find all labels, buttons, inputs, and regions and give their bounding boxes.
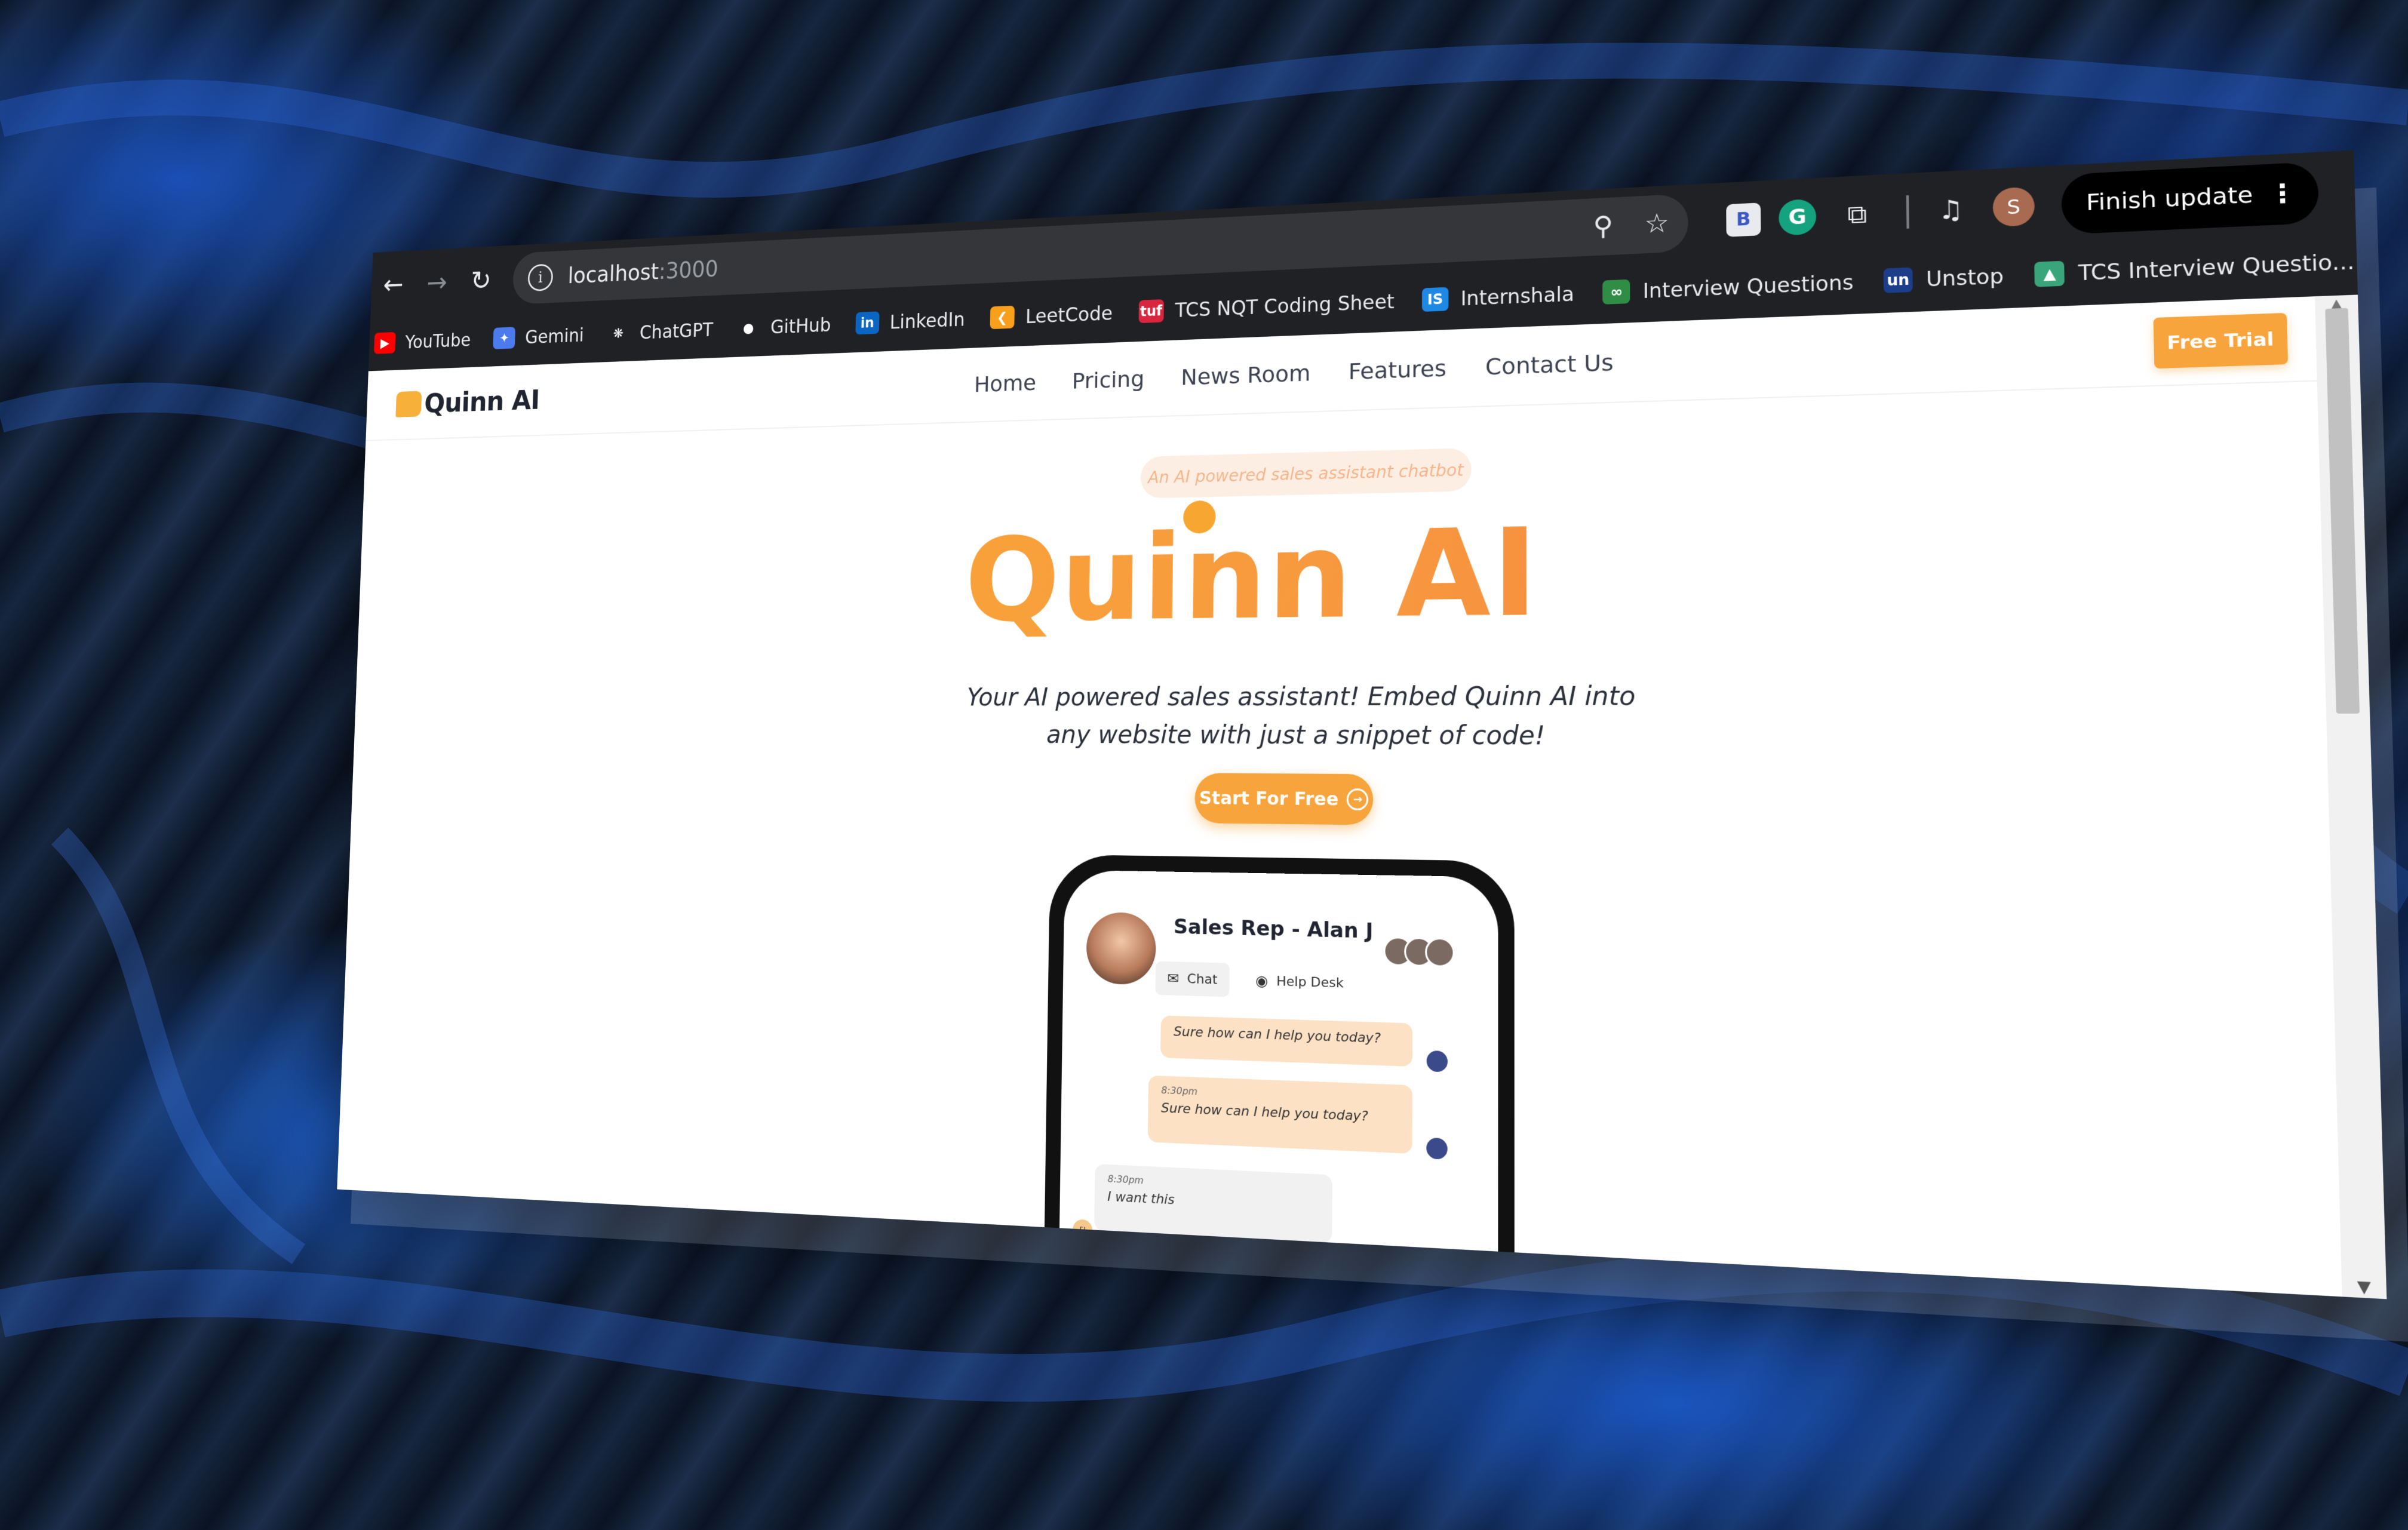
agent-mini-avatar <box>1424 1048 1450 1074</box>
nav-pricing[interactable]: Pricing <box>1072 366 1145 394</box>
arrow-right-circle-icon: → <box>1347 788 1369 811</box>
extension-b-icon[interactable]: B <box>1726 202 1761 237</box>
help-desk-icon: ◉ <box>1255 972 1268 990</box>
start-for-free-label: Start For Free <box>1199 787 1339 810</box>
bookmark-item[interactable]: ✦ Gemini <box>493 324 585 349</box>
url-host: localhost <box>567 259 659 288</box>
toolbar-divider <box>1906 195 1909 229</box>
youtube-icon: ▶ <box>374 331 396 354</box>
free-trial-button[interactable]: Free Trial <box>2153 312 2289 369</box>
tagline-badge: An AI powered sales assistant chatbot <box>1140 448 1472 499</box>
back-arrow-icon[interactable]: ← <box>371 260 416 309</box>
nav-contact-us[interactable]: Contact Us <box>1485 349 1614 380</box>
bookmark-item[interactable]: ● GitHub <box>736 314 831 340</box>
message-bubble: 8:30pm Sure how can I help you today? <box>1147 1075 1412 1154</box>
extensions-puzzle-icon[interactable]: ⧉ <box>1834 192 1880 236</box>
site-info-icon[interactable]: i <box>527 263 554 291</box>
tuf-icon: tuf <box>1138 299 1164 324</box>
chat-icon: ✉ <box>1167 970 1180 987</box>
message-text: Sure how can I help you today? <box>1160 1101 1368 1125</box>
leetcode-icon: ❮ <box>990 305 1015 330</box>
linkedin-icon: in <box>855 311 880 335</box>
bookmark-label: Gemini <box>524 324 585 348</box>
bookmark-item[interactable]: IS Internshala <box>1421 282 1574 312</box>
bookmark-item[interactable]: ▶ YouTube <box>374 329 471 354</box>
bookmark-label: Unstop <box>1925 263 2004 291</box>
internshala-icon: IS <box>1421 287 1449 312</box>
hero-title: Quinn AI <box>358 497 2324 648</box>
bookmark-item[interactable]: ❋ ChatGPT <box>607 318 714 345</box>
logo-text: Quinn AI <box>423 383 540 419</box>
finish-update-label: Finish update <box>2086 182 2254 216</box>
page-viewport: Quinn AI Home Pricing News Room Features… <box>337 294 2387 1299</box>
hero-subtitle-line-1: Your AI powered sales assistant! Embed Q… <box>966 681 1636 712</box>
bookmark-label: Internshala <box>1460 282 1574 310</box>
media-controls-icon[interactable]: ♫ <box>1927 187 1974 232</box>
bookmark-label: TCS NQT Coding Sheet <box>1175 290 1395 322</box>
participants-avatars <box>1383 936 1455 968</box>
reload-icon[interactable]: ↻ <box>458 255 504 305</box>
bookmark-label: LeetCode <box>1025 302 1113 328</box>
start-for-free-button[interactable]: Start For Free → <box>1194 773 1374 825</box>
bookmark-star-icon[interactable]: ☆ <box>1644 208 1669 239</box>
chatgpt-icon: ❋ <box>607 322 630 345</box>
tab-chat-label: Chat <box>1187 971 1218 988</box>
scrollbar-thumb[interactable] <box>2325 308 2360 714</box>
tab-help-desk[interactable]: ◉ Help Desk <box>1243 963 1356 1000</box>
scroll-up-icon[interactable]: ▲ <box>2315 294 2358 312</box>
forward-arrow-icon[interactable]: → <box>414 257 460 307</box>
bookmark-label: TCS Interview Questio... <box>2078 248 2355 285</box>
logo-mark-icon <box>395 391 422 417</box>
url-port: :3000 <box>658 256 719 284</box>
mountain-icon: ▲ <box>2034 260 2065 287</box>
bookmark-item[interactable]: un Unstop <box>1883 263 2004 293</box>
nav-features[interactable]: Features <box>1349 355 1446 385</box>
browser-window: ← → ↻ i localhost:3000 ⚲ ☆ B G ⧉ ♫ S Fin… <box>337 150 2387 1299</box>
message-text: Sure how can I help you today? <box>1173 1024 1381 1047</box>
agent-avatar <box>1086 911 1157 985</box>
bookmark-label: LinkedIn <box>889 308 965 333</box>
scroll-down-icon[interactable]: ▼ <box>2342 1276 2387 1299</box>
profile-avatar[interactable]: S <box>1992 186 2035 227</box>
message-text: I want this <box>1107 1189 1175 1208</box>
grammarly-icon[interactable]: G <box>1779 198 1817 236</box>
gemini-icon: ✦ <box>493 327 516 349</box>
tab-help-label: Help Desk <box>1276 973 1344 991</box>
more-menu-icon[interactable]: ⋮ <box>2268 179 2298 209</box>
bookmark-label: Interview Questions <box>1642 270 1854 303</box>
bookmark-item[interactable]: ∞ Interview Questions <box>1602 270 1854 305</box>
message-bubble: Sure how can I help you today? <box>1160 1015 1413 1067</box>
bookmark-item[interactable]: in LinkedIn <box>855 308 965 335</box>
agent-mini-avatar <box>1424 1135 1449 1162</box>
tab-chat[interactable]: ✉ Chat <box>1155 961 1230 997</box>
site-logo[interactable]: Quinn AI <box>395 384 540 420</box>
nav-news-room[interactable]: News Room <box>1181 360 1310 390</box>
agent-name: Sales Rep - Alan J <box>1173 914 1374 944</box>
hero-subtitle: Your AI powered sales assistant! Embed Q… <box>951 677 1653 756</box>
message-bubble: 8:30pm I want this <box>1094 1163 1332 1243</box>
zoom-icon[interactable]: ⚲ <box>1593 211 1614 242</box>
github-icon: ● <box>736 316 761 340</box>
hero-subtitle-line-2: any website with just a snippet of code! <box>1046 720 1546 751</box>
unstop-icon: un <box>1883 267 1913 293</box>
main-nav: Home Pricing News Room Features Contact … <box>974 348 1654 397</box>
nav-home[interactable]: Home <box>974 370 1037 397</box>
bookmark-item[interactable]: ❮ LeetCode <box>990 302 1113 330</box>
bookmark-item[interactable]: tuf TCS NQT Coding Sheet <box>1138 290 1395 324</box>
gfg-icon: ∞ <box>1602 279 1630 305</box>
bookmark-item[interactable]: ▲ TCS Interview Questio... <box>2034 248 2355 287</box>
bookmark-label: YouTube <box>404 329 471 353</box>
finish-update-button[interactable]: Finish update ⋮ <box>2061 161 2320 235</box>
bookmark-label: ChatGPT <box>639 318 714 343</box>
bookmark-label: GitHub <box>770 314 831 338</box>
